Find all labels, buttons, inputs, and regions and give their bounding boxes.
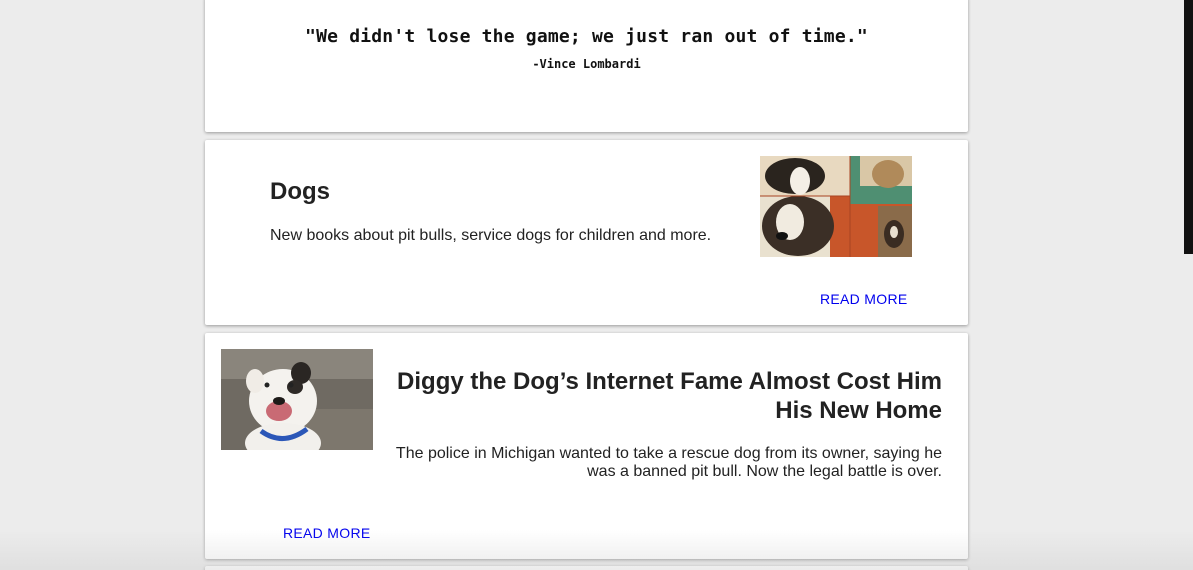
- diggy-dog-graphic: [221, 349, 373, 450]
- next-article-card: [205, 566, 968, 570]
- quote-card: "We didn't lose the game; we just ran ou…: [205, 0, 968, 132]
- diggy-dog-photo[interactable]: [221, 349, 373, 450]
- dogs-article-title[interactable]: Dogs: [270, 178, 330, 206]
- scrollbar-thumb[interactable]: [1184, 0, 1193, 254]
- dogs-article-description: New books about pit bulls, service dogs …: [270, 227, 712, 244]
- quote-text: "We didn't lose the game; we just ran ou…: [305, 26, 868, 47]
- dogs-collage-graphic: [760, 156, 912, 257]
- diggy-article-title[interactable]: Diggy the Dog’s Internet Fame Almost Cos…: [382, 367, 942, 425]
- diggy-article-description: The police in Michigan wanted to take a …: [395, 445, 942, 480]
- dogs-article-card: Dogs New books about pit bulls, service …: [205, 140, 968, 325]
- quote-author: -Vince Lombardi: [532, 57, 641, 71]
- page: "We didn't lose the game; we just ran ou…: [0, 0, 1193, 570]
- dogs-read-more-link[interactable]: READ MORE: [820, 291, 908, 307]
- diggy-article-card: Diggy the Dog’s Internet Fame Almost Cos…: [205, 333, 968, 559]
- dogs-collage-image[interactable]: [760, 156, 912, 257]
- diggy-read-more-link[interactable]: READ MORE: [283, 525, 371, 541]
